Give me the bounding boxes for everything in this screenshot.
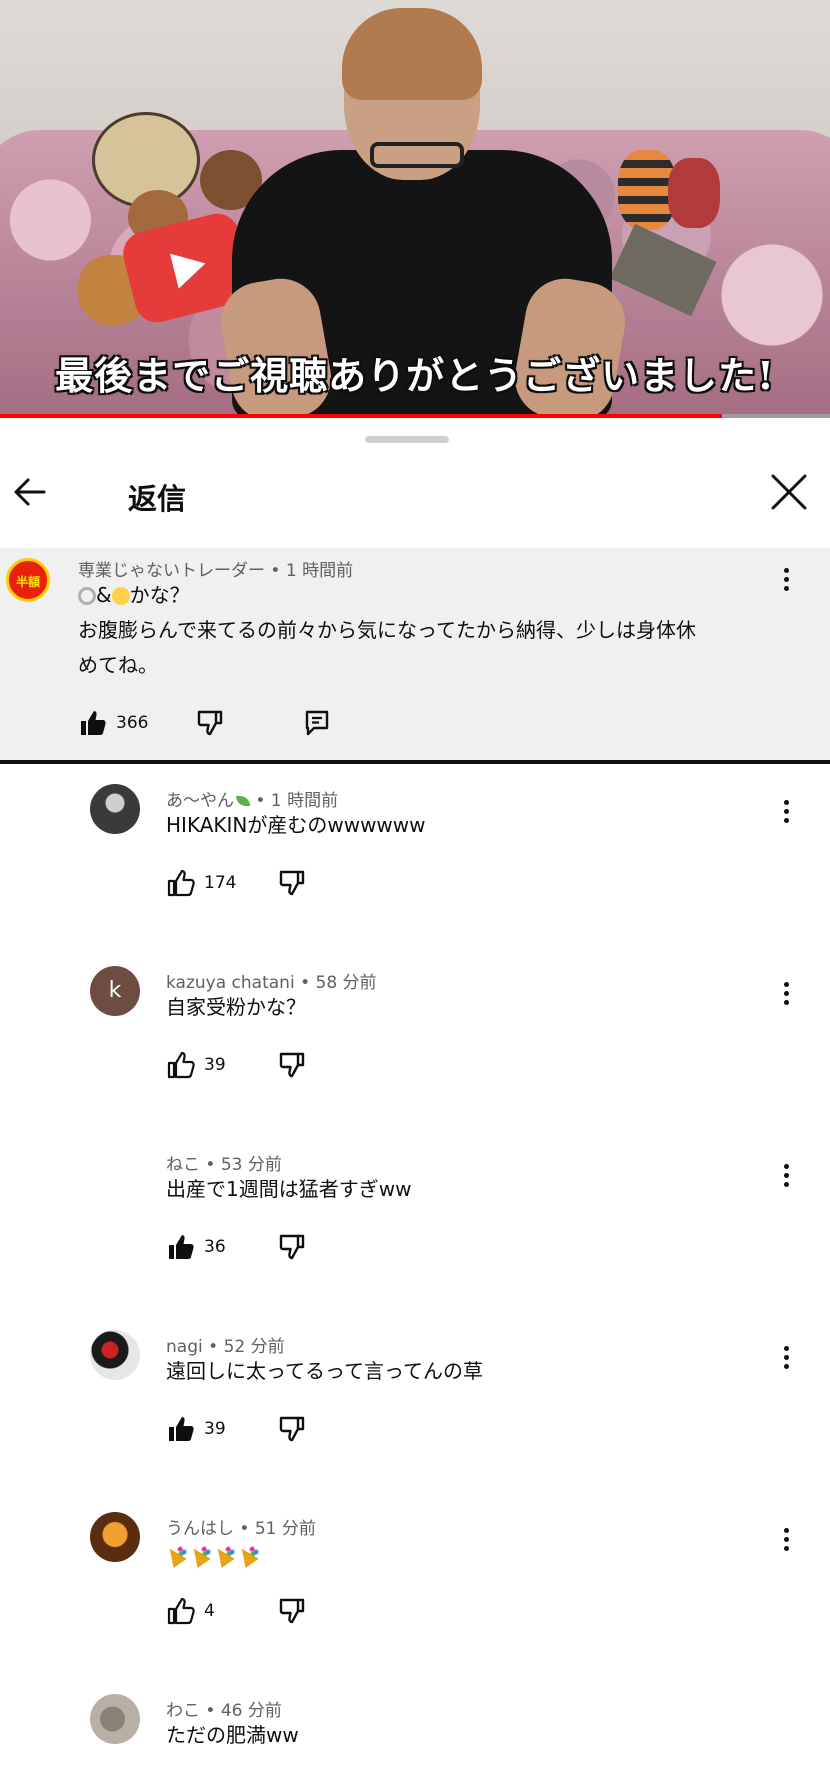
party-popper-icon xyxy=(238,1545,260,1565)
more-vertical-icon[interactable] xyxy=(774,794,798,830)
avatar[interactable] xyxy=(90,1512,140,1562)
avatar[interactable]: k xyxy=(90,966,140,1016)
party-popper-icon xyxy=(190,1545,212,1565)
party-popper-icon xyxy=(166,1545,188,1565)
like-count: 36 xyxy=(204,1237,226,1257)
comment-icon xyxy=(305,710,329,736)
more-vertical-icon[interactable] xyxy=(774,562,798,598)
comment-line-1: & かな？ xyxy=(78,578,768,613)
like-count: 39 xyxy=(204,1419,226,1439)
like-button[interactable]: 4 xyxy=(166,1596,215,1626)
more-vertical-icon[interactable] xyxy=(774,1340,798,1376)
reply-item: ねこ • 53 分前 出産で1週間は猛者すぎww 36 xyxy=(0,1134,830,1316)
dislike-button[interactable] xyxy=(278,1232,308,1262)
reply-item: nagi • 52 分前 遠回しに太ってるって言ってんの草 39 xyxy=(0,1316,830,1498)
baby-icon xyxy=(111,586,130,605)
party-popper-icon xyxy=(214,1545,236,1565)
replies-sheet: 返信 半額 専業じゃないトレーダー • 1 時間前 & かな？ お腹膨らんで来てる… xyxy=(0,418,830,1768)
video-plush xyxy=(668,158,720,228)
like-button[interactable]: 174 xyxy=(166,868,236,898)
like-button[interactable]: 39 xyxy=(166,1414,226,1444)
more-vertical-icon[interactable] xyxy=(774,976,798,1012)
dislike-button[interactable] xyxy=(278,1414,308,1444)
video-person-hair xyxy=(342,8,482,100)
parent-comment: 半額 専業じゃないトレーダー • 1 時間前 & かな？ お腹膨らんで来てるの前々… xyxy=(0,548,830,764)
like-button[interactable]: 366 xyxy=(78,708,148,738)
comment-text: 出産で1週間は猛者すぎww xyxy=(166,1177,412,1201)
more-vertical-icon[interactable] xyxy=(774,1158,798,1194)
thumb-up-icon xyxy=(167,1597,195,1625)
thumb-down-icon xyxy=(279,1416,305,1442)
comment-text: 遠回しに太ってるって言ってんの草 xyxy=(166,1359,483,1383)
reply-item: k kazuya chatani • 58 分前 自家受粉かな？ 39 xyxy=(0,952,830,1134)
thumb-up-icon xyxy=(169,1417,194,1441)
reply-button[interactable] xyxy=(302,708,332,738)
ring-icon xyxy=(78,586,96,605)
arrow-left-icon[interactable] xyxy=(8,470,52,514)
video-player[interactable]: 最後までご視聴ありがとうございました! xyxy=(0,0,830,418)
more-vertical-icon[interactable] xyxy=(774,1522,798,1558)
avatar-label: 半額 xyxy=(15,575,40,589)
like-count: 39 xyxy=(204,1055,226,1075)
like-count: 4 xyxy=(204,1601,215,1621)
close-icon[interactable] xyxy=(765,468,813,516)
thumb-down-icon xyxy=(279,1234,305,1260)
thumb-up-icon xyxy=(81,711,106,735)
thumb-down-icon xyxy=(197,710,223,736)
comment-text: & かな？ お腹膨らんで来てるの前々から気になってたから納得、少しは身体休 めてね… xyxy=(78,578,768,683)
dislike-button[interactable] xyxy=(278,1596,308,1626)
thumb-up-icon xyxy=(167,1051,195,1079)
thumb-down-icon xyxy=(279,1052,305,1078)
emoji-sequence xyxy=(166,1545,260,1565)
dislike-button[interactable] xyxy=(196,708,226,738)
reply-item: うんはし • 51 分前 4 xyxy=(0,1498,830,1680)
leaf-icon xyxy=(236,796,250,806)
comment-line-2: お腹膨らんで来てるの前々から気になってたから納得、少しは身体休 xyxy=(78,618,696,642)
dislike-button[interactable] xyxy=(278,1050,308,1080)
like-button[interactable]: 39 xyxy=(166,1050,226,1080)
comment-text-amp: & xyxy=(96,583,112,607)
comment-time: 51 分前 xyxy=(254,1519,316,1539)
page-title: 返信 xyxy=(128,482,187,516)
comment-text-tail: かな？ xyxy=(129,583,190,607)
thumb-up-icon xyxy=(167,869,195,897)
comment-time: 58 分前 xyxy=(315,973,377,993)
comment-text: HIKAKINが産むのwwwwww xyxy=(166,813,426,837)
like-count: 366 xyxy=(116,713,149,733)
video-caption: 最後までご視聴ありがとうございました! xyxy=(54,352,775,399)
avatar[interactable]: 半額 xyxy=(6,558,50,602)
avatar[interactable] xyxy=(90,784,140,834)
video-person-glasses xyxy=(370,142,464,168)
comment-text xyxy=(166,1536,260,1571)
thumb-down-icon xyxy=(279,1598,305,1624)
reply-item: あ～やん • 1 時間前 HIKAKINが産むのwwwwww 174 xyxy=(0,770,830,952)
comment-line-3: めてね。 xyxy=(78,653,158,677)
comment-text: ただの肥満ww xyxy=(166,1723,299,1747)
avatar[interactable] xyxy=(90,1330,140,1380)
dislike-button[interactable] xyxy=(278,868,308,898)
avatar[interactable] xyxy=(90,1694,140,1744)
thumb-up-icon xyxy=(169,1235,194,1259)
sheet-drag-handle[interactable] xyxy=(365,436,449,443)
reply-item: わこ • 46 分前 ただの肥満ww xyxy=(0,1680,830,1768)
comment-text: 自家受粉かな？ xyxy=(166,995,306,1019)
thumb-down-icon xyxy=(279,870,305,896)
like-button[interactable]: 36 xyxy=(166,1232,226,1262)
like-count: 174 xyxy=(204,873,237,893)
replies-header: 返信 xyxy=(0,456,830,528)
